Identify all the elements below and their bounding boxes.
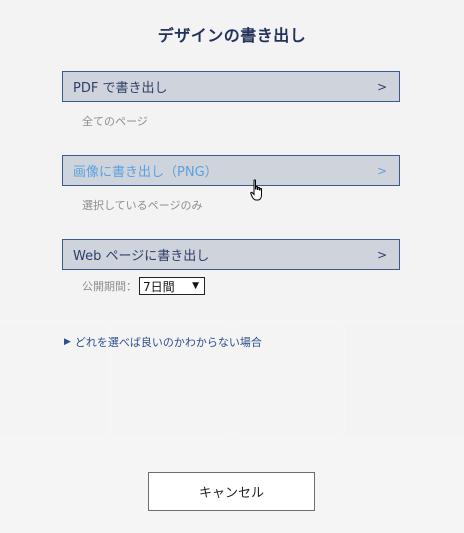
publish-period-label: 公開期間： (82, 280, 137, 293)
export-png-button[interactable]: 画像に書き出し（PNG） > (62, 155, 400, 186)
publish-period: 公開期間： 7日間 ▼ (82, 277, 205, 295)
triangle-right-icon: ▶ (64, 337, 71, 347)
export-pdf-button[interactable]: PDF で書き出し > (62, 71, 400, 102)
chevron-right-icon: > (376, 79, 387, 94)
export-web-label: Web ページに書き出し (73, 249, 210, 264)
publish-period-select[interactable]: 7日間 ▼ (139, 277, 205, 295)
help-link[interactable]: ▶ どれを選べば良いのかわからない場合 (64, 334, 262, 350)
triangle-down-icon: ▼ (192, 281, 199, 291)
export-pdf-label: PDF で書き出し (73, 81, 168, 96)
dialog-title: デザインの書き出し (157, 26, 307, 45)
help-link-text: どれを選べば良いのかわからない場合 (74, 336, 262, 349)
chevron-right-icon: > (376, 247, 387, 262)
cancel-button[interactable]: キャンセル (148, 472, 315, 511)
hand-pointer-icon (250, 179, 262, 201)
export-pdf-description: 全てのページ (82, 115, 148, 128)
publish-period-value: 7日間 (143, 279, 175, 294)
export-dialog: デザインの書き出し PDF で書き出し > 全てのページ 画像に書き出し（PNG… (0, 0, 464, 533)
export-png-label: 画像に書き出し（PNG） (73, 165, 218, 180)
chevron-right-icon: > (376, 163, 387, 178)
export-web-button[interactable]: Web ページに書き出し > (62, 239, 400, 270)
export-png-description: 選択しているページのみ (82, 199, 203, 212)
